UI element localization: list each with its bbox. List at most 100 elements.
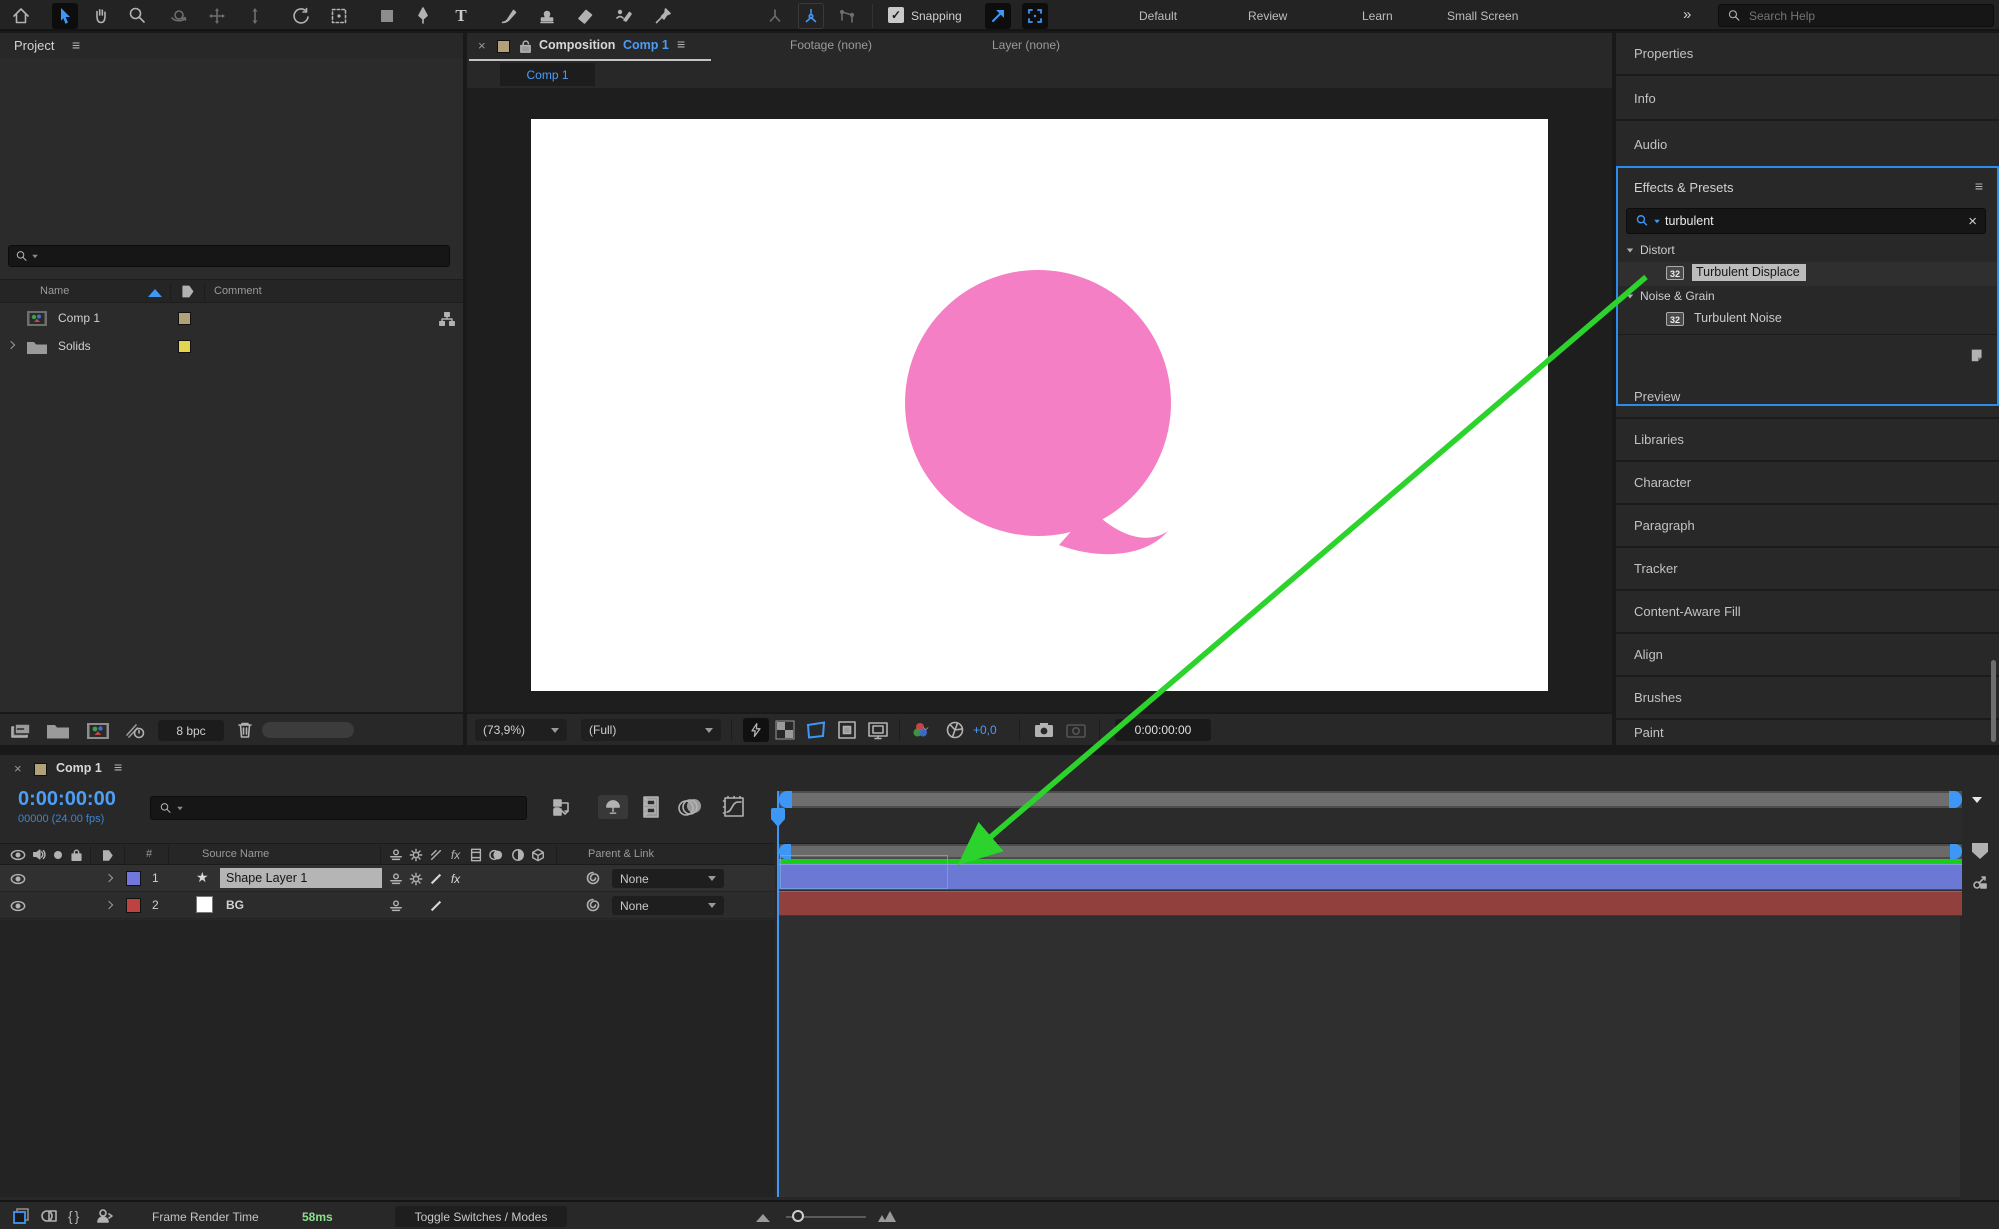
layer-bar-bg[interactable] [779, 891, 1962, 916]
label-color-swatch[interactable] [178, 312, 191, 325]
layer-expand-chevron[interactable] [104, 873, 114, 883]
rotation-tool[interactable] [288, 3, 314, 29]
project-item-name[interactable]: Solids [58, 339, 91, 353]
rectangle-tool[interactable] [374, 3, 400, 29]
timeline-tab-label[interactable]: Comp 1 [56, 761, 102, 775]
parent-pick-whip-icon[interactable] [585, 897, 601, 913]
zoom-in-mountain-icon[interactable] [876, 1208, 902, 1224]
effects-search-input[interactable] [1665, 214, 1935, 228]
effects-panel-menu-icon[interactable]: ≡ [1975, 178, 1983, 194]
user-icon[interactable] [96, 1208, 114, 1224]
quality-switch-icon[interactable] [429, 899, 443, 913]
shy-switch-icon[interactable] [389, 899, 403, 913]
workspace-learn[interactable]: Learn [1362, 9, 1393, 23]
exposure-value[interactable]: +0,0 [973, 723, 997, 737]
time-ruler[interactable] [779, 808, 1962, 844]
timeline-zoom-slider-knob[interactable] [792, 1210, 804, 1222]
viewer-timecode-box[interactable]: 0:00:00:00 [1115, 719, 1211, 741]
project-item-name[interactable]: Comp 1 [58, 311, 100, 325]
home-button[interactable] [8, 3, 34, 29]
layer-row-bg[interactable]: 2 BG None [0, 892, 775, 919]
snapshot-button[interactable] [1033, 720, 1055, 740]
comp-canvas[interactable] [531, 119, 1548, 691]
frame-blending-icon[interactable] [640, 795, 664, 819]
magnification-dropdown[interactable]: (73,9%) [475, 719, 567, 741]
layer-bar-shape-layer-1[interactable] [779, 864, 1962, 890]
fast-previews-button[interactable] [743, 718, 769, 742]
timeline-tab-menu-icon[interactable]: ≡ [114, 759, 122, 775]
collapse-switch-icon[interactable] [409, 872, 423, 886]
graph-editor-icon[interactable] [722, 795, 746, 819]
selection-tool[interactable] [52, 3, 78, 29]
composition-mini-flowchart-icon[interactable] [552, 797, 578, 819]
effects-item-turbulent-noise[interactable]: 32 Turbulent Noise [1618, 308, 1997, 332]
camera-tool[interactable] [326, 3, 352, 29]
workspace-default[interactable]: Default [1139, 9, 1177, 23]
motion-blur-icon[interactable] [678, 795, 704, 819]
new-folder-icon[interactable] [46, 722, 70, 740]
local-axis-mode[interactable] [762, 3, 788, 29]
comp-marker-button[interactable] [1972, 843, 1988, 859]
sidebar-item-align[interactable]: Align [1616, 634, 1999, 677]
snap-to-frame-button[interactable] [1022, 3, 1048, 29]
pan-camera-tool[interactable] [204, 3, 230, 29]
layer-name[interactable]: BG [226, 898, 244, 912]
transparency-grid-button[interactable] [775, 720, 795, 740]
timeline-search-input[interactable] [188, 800, 498, 816]
effects-item-turbulent-displace[interactable]: 32 Turbulent Displace [1618, 262, 1997, 286]
draft-3d-button[interactable] [598, 795, 628, 819]
time-navigator-bar[interactable] [779, 791, 1962, 808]
close-tab-icon[interactable]: × [14, 761, 22, 776]
search-options-caret[interactable] [177, 806, 183, 810]
sidebar-item-paint[interactable]: Paint [1616, 720, 1999, 745]
sidebar-item-paragraph[interactable]: Paragraph [1616, 505, 1999, 548]
snapping-checkbox[interactable]: ✓ [888, 7, 904, 23]
sidebar-item-libraries[interactable]: Libraries [1616, 419, 1999, 462]
label-color-swatch[interactable] [178, 340, 191, 353]
zoom-out-mountain-icon[interactable] [756, 1214, 770, 1222]
current-timecode[interactable]: 0:00:00:00 [18, 788, 116, 811]
region-of-interest-button[interactable] [805, 720, 827, 740]
column-name[interactable]: Name [40, 285, 69, 297]
snap-along-edges-button[interactable] [985, 3, 1011, 29]
project-search-input[interactable] [42, 248, 422, 264]
viewer-tab-layer[interactable]: Layer (none) [992, 38, 1060, 52]
quality-switch-icon[interactable] [429, 872, 443, 886]
world-axis-mode[interactable] [798, 3, 824, 29]
layer-label-swatch[interactable] [126, 898, 141, 913]
help-search-input[interactable] [1749, 8, 1969, 23]
sidebar-item-brushes[interactable]: Brushes [1616, 677, 1999, 720]
guides-button[interactable] [867, 720, 889, 740]
roto-brush-tool[interactable] [610, 3, 636, 29]
layer-visibility-eye-icon[interactable] [10, 900, 26, 912]
expressions-icon[interactable]: {} [68, 1208, 81, 1224]
search-options-caret[interactable] [32, 254, 38, 258]
group-expanded-caret[interactable] [1626, 248, 1634, 253]
toggle-switches-modes-button[interactable]: Toggle Switches / Modes [395, 1206, 567, 1227]
create-preset-icon[interactable] [1969, 347, 1987, 363]
sidebar-item-properties[interactable]: Properties [1616, 33, 1999, 76]
group-expanded-caret[interactable] [1626, 294, 1634, 299]
project-panel-title[interactable]: Project [14, 38, 54, 53]
pen-tool[interactable] [410, 3, 436, 29]
bit-depth-button[interactable]: 8 bpc [158, 720, 224, 741]
speech-bubble-shape[interactable] [531, 119, 1548, 691]
project-footer-scrollbar[interactable] [262, 722, 354, 738]
layer-expand-chevron[interactable] [104, 900, 114, 910]
project-settings-icon[interactable] [124, 721, 148, 741]
trash-icon[interactable] [236, 720, 254, 740]
playhead-line[interactable] [777, 791, 779, 1197]
navigator-start-handle[interactable] [779, 791, 792, 808]
parent-dropdown[interactable]: None [612, 869, 724, 888]
source-name-column-label[interactable]: Source Name [202, 848, 269, 860]
fx-switch-icon[interactable]: fx [451, 872, 460, 886]
channel-button[interactable] [911, 720, 935, 740]
parent-link-column-label[interactable]: Parent & Link [588, 848, 654, 860]
hand-tool[interactable] [88, 3, 114, 29]
sidebar-item-audio[interactable]: Audio [1616, 123, 1999, 166]
parent-pick-whip-icon[interactable] [585, 870, 601, 886]
close-tab-icon[interactable]: × [478, 38, 486, 53]
viewer-tab-footage[interactable]: Footage (none) [790, 38, 872, 52]
layer-visibility-eye-icon[interactable] [10, 873, 26, 885]
zoom-tool[interactable] [124, 3, 150, 29]
